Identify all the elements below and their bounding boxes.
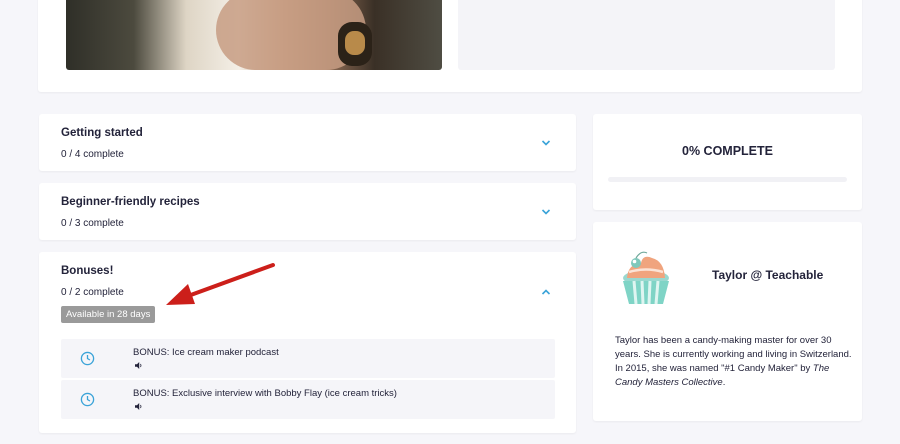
section-beginner-recipes[interactable]: Beginner-friendly recipes 0 / 3 complete: [39, 183, 576, 240]
progress-label: 0% COMPLETE: [682, 144, 773, 158]
course-progress-card: 0% COMPLETE: [593, 114, 862, 210]
lesson-title: BONUS: Exclusive interview with Bobby Fl…: [133, 388, 397, 399]
course-info-panel: [458, 0, 835, 70]
section-getting-started[interactable]: Getting started 0 / 4 complete: [39, 114, 576, 171]
course-hero-image: [66, 0, 442, 70]
lesson-title: BONUS: Ice cream maker podcast: [133, 347, 279, 358]
chevron-up-icon[interactable]: [541, 287, 551, 297]
section-title: Getting started: [61, 127, 143, 139]
section-progress-count: 0 / 2 complete: [61, 287, 124, 298]
section-title: Beginner-friendly recipes: [61, 196, 200, 208]
section-bonuses[interactable]: Bonuses! 0 / 2 complete Available in 28 …: [39, 252, 576, 433]
chevron-down-icon[interactable]: [541, 207, 551, 217]
author-bio: Taylor has been a candy-making master fo…: [615, 335, 852, 388]
drip-availability-badge: Available in 28 days: [61, 306, 156, 323]
clock-icon: [80, 351, 95, 366]
lesson-item[interactable]: BONUS: Exclusive interview with Bobby Fl…: [61, 380, 555, 419]
section-progress-count: 0 / 3 complete: [61, 218, 124, 229]
author-name: Taylor @ Teachable: [712, 268, 824, 282]
clock-icon: [80, 392, 95, 407]
section-progress-count: 0 / 4 complete: [61, 149, 124, 160]
speaker-icon: [135, 403, 142, 410]
cupcake-avatar-icon: [623, 251, 669, 305]
author-card: Taylor @ Teachable Taylor has been a can…: [593, 222, 862, 421]
speaker-icon: [135, 362, 142, 369]
chevron-down-icon[interactable]: [541, 138, 551, 148]
lesson-item[interactable]: BONUS: Ice cream maker podcast: [61, 339, 555, 378]
progress-bar: [608, 177, 847, 182]
section-title: Bonuses!: [61, 265, 114, 277]
